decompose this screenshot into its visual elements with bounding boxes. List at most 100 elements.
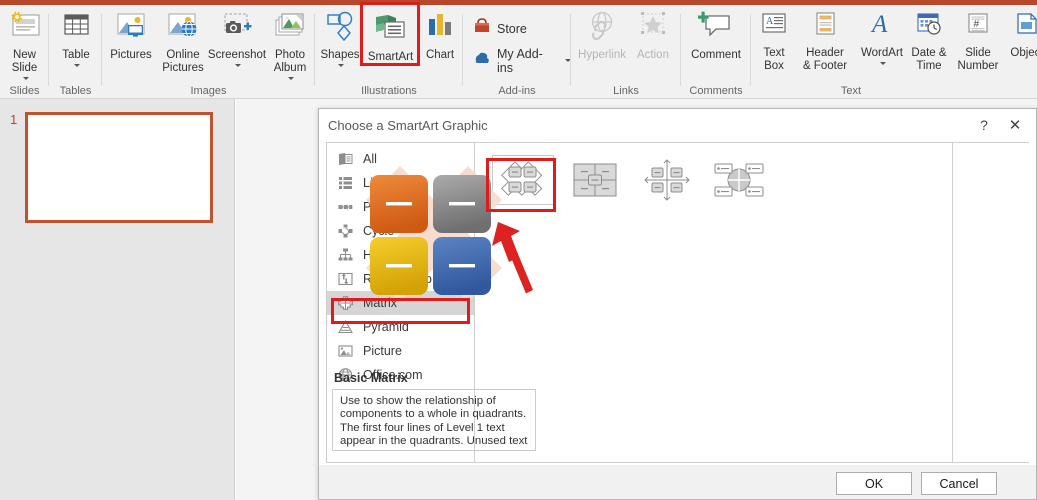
smartart-button[interactable]: SmartArt (363, 11, 418, 64)
chart-label: Chart (425, 49, 455, 61)
date-time-button[interactable]: Date & Time (907, 11, 951, 72)
gallery-item-grid-matrix[interactable] (636, 155, 698, 205)
slide-number-icon: # (962, 11, 994, 44)
ok-button[interactable]: OK (836, 472, 912, 495)
ribbon-group-label-links: Links (613, 85, 639, 97)
ribbon-group-label-text: Text (840, 85, 862, 97)
gallery-item-titled-matrix[interactable] (564, 155, 626, 205)
ribbon-group-label-illustrations: Illustrations (361, 85, 417, 97)
ribbon-group-illustrations: Shapes SmartArt Chart Illustrations (315, 5, 463, 99)
screenshot-button[interactable]: Screenshot (206, 11, 268, 72)
svg-text:A: A (870, 11, 888, 38)
date-time-label: Date & Time (911, 47, 947, 72)
category-label: Picture (363, 344, 402, 358)
ribbon-group-tables: Table Tables (49, 5, 102, 99)
store-button[interactable]: Store (473, 17, 527, 40)
online-pictures-button[interactable]: Online Pictures (158, 11, 208, 74)
table-label: Table (62, 49, 90, 61)
dialog-footer: OK Cancel (319, 465, 1036, 499)
close-icon[interactable]: ✕ (1002, 113, 1028, 137)
ribbon: New Slide Slides Table Tables Pictures O… (0, 0, 1037, 99)
comment-button[interactable]: Comment (685, 11, 747, 62)
basic-matrix-preview-graphic (334, 153, 534, 333)
grid-matrix-thumb-icon (644, 159, 690, 201)
ribbon-group-links: Hyperlink Action Links (571, 5, 681, 99)
shapes-button[interactable]: Shapes (317, 11, 363, 72)
photo-album-label: Photo Album (273, 49, 307, 74)
object-button[interactable]: Object (1005, 11, 1037, 60)
wordart-button[interactable]: A WordArt (857, 11, 907, 70)
table-button[interactable]: Table (57, 11, 95, 72)
ribbon-group-images: Pictures Online Pictures Screenshot Phot… (102, 5, 315, 99)
my-addins-label: My Add-ins (497, 47, 543, 75)
header-footer-label: Header & Footer (802, 47, 848, 72)
preview-description: Use to show the relationship of componen… (332, 389, 536, 451)
chart-button[interactable]: Chart (419, 11, 461, 62)
store-label: Store (497, 21, 527, 36)
slide-number-label: Slide Number (957, 47, 999, 72)
category-item-picture[interactable]: Picture (327, 339, 474, 363)
smartart-gallery (476, 143, 953, 462)
ribbon-group-addins: Store My Add-ins Add-ins (463, 5, 571, 99)
dialog-titlebar: Choose a SmartArt Graphic ? ✕ (319, 109, 1036, 142)
hyperlink-label: Hyperlink (578, 49, 626, 61)
screenshot-label: Screenshot (207, 49, 267, 61)
screenshot-icon (219, 11, 255, 46)
online-pictures-label: Online Pictures (162, 49, 204, 74)
wordart-caret-icon[interactable] (878, 60, 886, 70)
dialog-body: All List (326, 142, 1029, 463)
object-label: Object (1010, 47, 1037, 59)
shapes-caret-icon[interactable] (336, 62, 344, 72)
photo-album-button[interactable]: Photo Album (266, 11, 314, 84)
header-footer-button[interactable]: Header & Footer (794, 11, 856, 72)
svg-text:A: A (766, 16, 774, 27)
action-label: Action (637, 49, 669, 61)
smartart-label: SmartArt (367, 51, 414, 63)
ribbon-group-label-comments: Comments (689, 85, 743, 97)
ribbon-group-label-slides: Slides (9, 85, 40, 97)
picture-icon (336, 343, 354, 359)
action-button[interactable]: Action (629, 11, 677, 62)
cycle-matrix-thumb-icon (714, 163, 764, 197)
ribbon-group-label-addins: Add-ins (498, 85, 536, 97)
pictures-button[interactable]: Pictures (105, 11, 157, 62)
new-slide-button[interactable]: New Slide (2, 11, 47, 84)
shapes-icon (323, 11, 357, 46)
text-box-button[interactable]: A Text Box (755, 11, 793, 72)
dialog-title: Choose a SmartArt Graphic (328, 118, 488, 133)
ribbon-group-comments: Comment Comments (681, 5, 751, 99)
my-addins-button[interactable]: My Add-ins (473, 47, 571, 75)
pictures-icon (113, 11, 149, 46)
comment-label: Comment (691, 49, 741, 61)
table-icon (60, 11, 92, 46)
hyperlink-icon (585, 11, 619, 46)
new-slide-caret-icon[interactable] (21, 74, 29, 84)
titled-matrix-thumb-icon (573, 163, 617, 197)
ribbon-group-text: A Text Box Header & Footer A WordArt Dat… (751, 5, 1037, 99)
header-footer-icon (809, 11, 841, 44)
screenshot-caret-icon[interactable] (233, 62, 241, 72)
smartart-icon (372, 11, 410, 48)
preview-pane: Basic Matrix Use to show the relationshi… (332, 143, 1029, 462)
help-icon[interactable]: ? (971, 113, 997, 137)
preview-title: Basic Matrix (334, 371, 408, 385)
date-time-icon (913, 11, 945, 44)
cancel-button[interactable]: Cancel (921, 472, 997, 495)
powerpoint-window: New Slide Slides Table Tables Pictures O… (0, 0, 1037, 500)
object-icon (1011, 11, 1037, 44)
ribbon-group-label-tables: Tables (59, 85, 92, 97)
action-icon (636, 11, 670, 46)
wordart-icon: A (866, 11, 898, 44)
shapes-label: Shapes (320, 49, 360, 61)
online-pictures-icon (165, 11, 201, 46)
hyperlink-button[interactable]: Hyperlink (575, 11, 629, 62)
table-caret-icon[interactable] (72, 62, 80, 72)
svg-text:#: # (974, 19, 980, 30)
ribbon-group-label-images: Images (190, 85, 227, 97)
slide-thumbnail-1[interactable] (25, 112, 213, 223)
photo-album-caret-icon[interactable] (286, 74, 294, 84)
slide-number-button[interactable]: # Slide Number (951, 11, 1005, 72)
my-addins-icon (473, 50, 491, 73)
gallery-item-cycle-matrix[interactable] (708, 155, 770, 205)
wordart-label: WordArt (861, 47, 903, 59)
